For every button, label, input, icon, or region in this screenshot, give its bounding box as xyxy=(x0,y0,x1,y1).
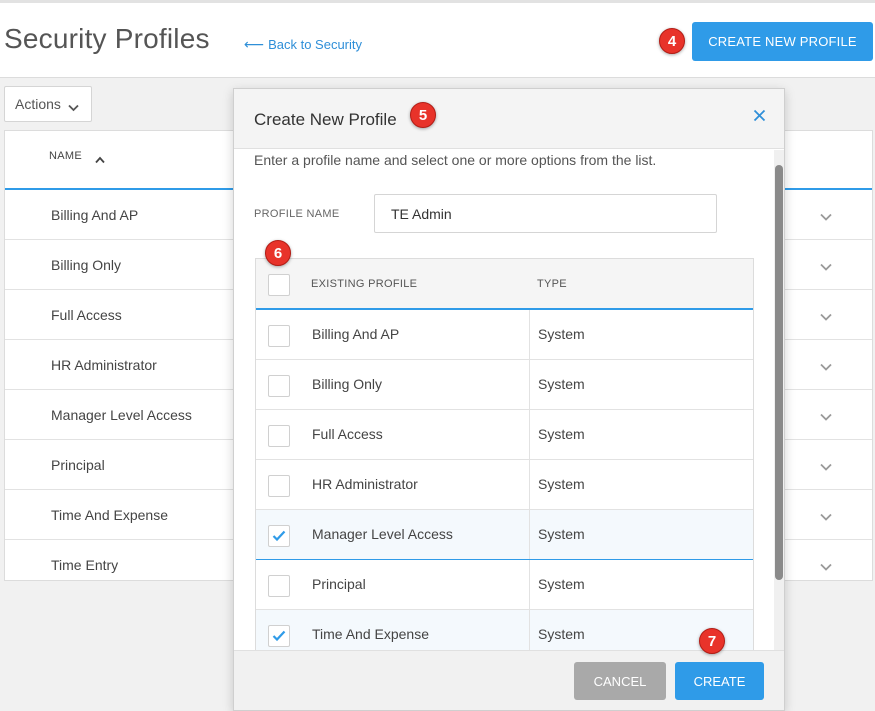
existing-profile-name: Billing Only xyxy=(312,376,383,392)
modal-footer: CANCEL CREATE xyxy=(234,650,784,710)
actions-label: Actions xyxy=(15,96,61,112)
existing-profile-name: Time And Expense xyxy=(312,626,429,642)
existing-profile-name: Principal xyxy=(312,576,366,592)
modal-header: Create New Profile xyxy=(234,89,784,149)
back-to-security-link[interactable]: ⟵ Back to Security xyxy=(244,36,362,53)
actions-dropdown[interactable]: Actions xyxy=(4,86,92,122)
column-divider xyxy=(529,560,530,609)
existing-profile-table-header: EXISTING PROFILE TYPE xyxy=(256,259,753,310)
column-divider xyxy=(529,510,530,559)
checked-checkbox[interactable] xyxy=(268,525,290,547)
create-new-profile-button[interactable]: CREATE NEW PROFILE xyxy=(692,22,873,61)
profile-name: Time And Expense xyxy=(51,507,168,523)
chevron-down-icon[interactable] xyxy=(820,508,832,526)
profile-name: Manager Level Access xyxy=(51,407,192,423)
profile-name: Time Entry xyxy=(51,557,119,573)
chevron-down-icon[interactable] xyxy=(820,358,832,376)
unchecked-checkbox[interactable] xyxy=(268,425,290,447)
existing-profile-type: System xyxy=(538,326,585,342)
chevron-down-icon xyxy=(68,99,79,115)
column-header-name[interactable]: NAME xyxy=(49,150,82,162)
column-divider xyxy=(529,410,530,459)
chevron-down-icon[interactable] xyxy=(820,258,832,276)
column-divider xyxy=(529,460,530,509)
profile-name: Billing And AP xyxy=(51,207,139,223)
page-header: Security Profiles ⟵ Back to Security CREA… xyxy=(0,3,875,78)
sort-ascending-icon[interactable] xyxy=(95,151,105,169)
step-marker-7: 7 xyxy=(699,628,725,654)
arrow-left-icon: ⟵ xyxy=(244,36,265,52)
existing-profile-type: System xyxy=(538,626,585,642)
existing-profile-row[interactable]: Principal System xyxy=(256,560,753,610)
unchecked-checkbox[interactable] xyxy=(268,325,290,347)
column-header-existing-profile: EXISTING PROFILE xyxy=(311,278,418,290)
modal-title: Create New Profile xyxy=(254,110,397,129)
close-icon[interactable] xyxy=(753,109,766,127)
existing-profile-row[interactable]: Full Access System xyxy=(256,410,753,460)
profile-name-label: PROFILE NAME xyxy=(254,208,340,220)
modal-scrollbar-thumb[interactable] xyxy=(775,165,783,580)
select-all-checkbox[interactable] xyxy=(268,274,290,296)
page-title: Security Profiles xyxy=(4,23,210,54)
existing-profile-name: HR Administrator xyxy=(312,476,418,492)
existing-profile-name: Full Access xyxy=(312,426,383,442)
column-header-type: TYPE xyxy=(537,278,567,290)
back-link-label: Back to Security xyxy=(268,37,363,52)
profile-name: Billing Only xyxy=(51,257,122,273)
unchecked-checkbox[interactable] xyxy=(268,375,290,397)
chevron-down-icon[interactable] xyxy=(820,308,832,326)
existing-profile-type: System xyxy=(538,426,585,442)
unchecked-checkbox[interactable] xyxy=(268,475,290,497)
create-button[interactable]: CREATE xyxy=(675,662,764,700)
chevron-down-icon[interactable] xyxy=(820,458,832,476)
column-divider xyxy=(529,360,530,409)
cancel-button[interactable]: CANCEL xyxy=(574,662,666,700)
column-divider xyxy=(529,610,530,650)
profile-name-input[interactable] xyxy=(374,194,717,233)
existing-profile-name: Billing And AP xyxy=(312,326,400,342)
existing-profile-row[interactable]: Manager Level Access System xyxy=(256,510,753,560)
modal-instructions: Enter a profile name and select one or m… xyxy=(254,152,657,168)
profile-name: Principal xyxy=(51,457,105,473)
chevron-down-icon[interactable] xyxy=(820,558,832,576)
existing-profile-name: Manager Level Access xyxy=(312,526,453,542)
create-profile-modal: Create New Profile Enter a profile name … xyxy=(233,88,785,711)
chevron-down-icon[interactable] xyxy=(820,208,832,226)
existing-profile-row[interactable]: HR Administrator System xyxy=(256,460,753,510)
step-marker-6: 6 xyxy=(265,240,291,266)
existing-profile-type: System xyxy=(538,576,585,592)
chevron-down-icon[interactable] xyxy=(820,408,832,426)
existing-profile-row[interactable]: Time And Expense System xyxy=(256,610,753,650)
step-marker-5: 5 xyxy=(410,102,436,128)
existing-profile-row[interactable]: Billing Only System xyxy=(256,360,753,410)
step-marker-4: 4 xyxy=(659,28,685,54)
checked-checkbox[interactable] xyxy=(268,625,290,647)
existing-profile-type: System xyxy=(538,526,585,542)
profile-name: Full Access xyxy=(51,307,122,323)
existing-profile-row[interactable]: Billing And AP System xyxy=(256,310,753,360)
unchecked-checkbox[interactable] xyxy=(268,575,290,597)
column-divider xyxy=(529,310,530,359)
profile-name: HR Administrator xyxy=(51,357,157,373)
modal-body: Enter a profile name and select one or m… xyxy=(234,150,774,650)
existing-profile-type: System xyxy=(538,476,585,492)
existing-profile-table: EXISTING PROFILE TYPE Billing And AP Syst… xyxy=(255,258,754,650)
existing-profile-type: System xyxy=(538,376,585,392)
